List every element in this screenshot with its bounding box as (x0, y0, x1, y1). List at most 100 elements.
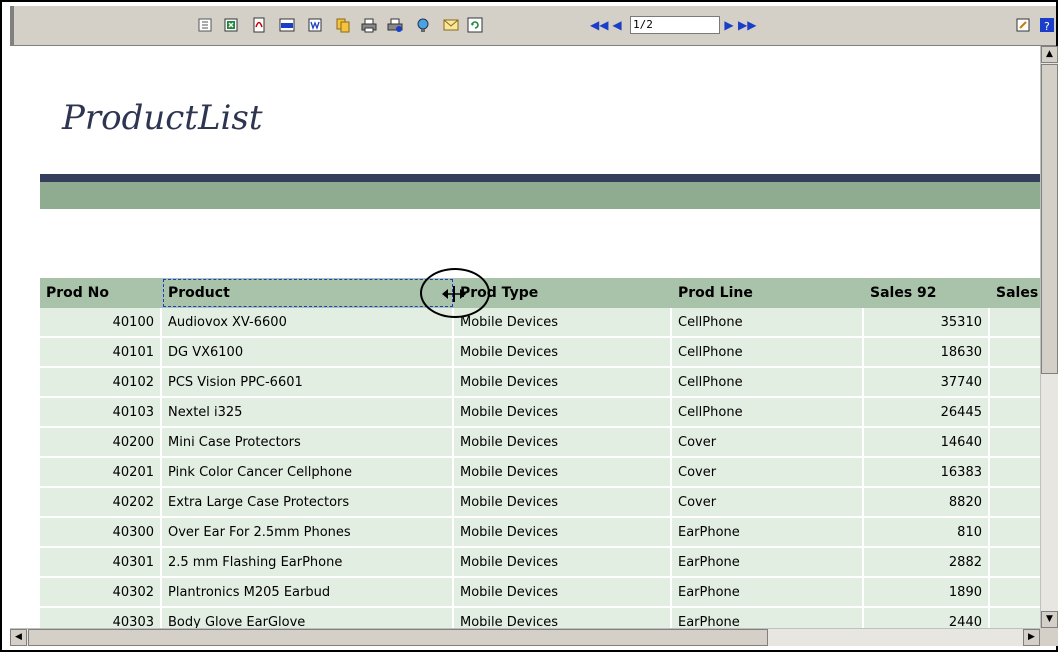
horizontal-scroll-thumb[interactable] (28, 629, 768, 646)
column-header-sales-92[interactable]: Sales 92 (864, 278, 990, 308)
cell-sales-92: 8820 (864, 488, 990, 518)
table-row: 40300 Over Ear For 2.5mm Phones Mobile Dev… (40, 518, 1040, 548)
table-row: 40103 Nextel i325 Mobile Devices CellPhone 2… (40, 398, 1040, 428)
scroll-right-icon[interactable]: ▶ (1023, 629, 1040, 646)
cell-sales-92: 18630 (864, 338, 990, 368)
vertical-scroll-thumb[interactable] (1041, 64, 1058, 374)
print-icon[interactable] (360, 16, 378, 34)
print-setup-icon[interactable] (386, 16, 404, 34)
cell-prod-type: Mobile Devices (454, 548, 672, 578)
cell-prod-line: EarPhone (672, 608, 864, 628)
cell-sales-92: 2882 (864, 548, 990, 578)
table-row: 40303 Body Glove EarGlove Mobile Devices Ea… (40, 608, 1040, 628)
cell-sales-overflow (990, 608, 1040, 628)
table-row: 40201 Pink Color Cancer Cellphone Mobile D… (40, 458, 1040, 488)
cell-sales-92: 1890 (864, 578, 990, 608)
cell-sales-92: 37740 (864, 368, 990, 398)
column-header-sales[interactable]: Sales (990, 278, 1040, 308)
cell-prod-no: 40102 (40, 368, 162, 398)
cell-prod-type: Mobile Devices (454, 428, 672, 458)
send-icon[interactable] (414, 16, 432, 34)
cell-sales-92: 26445 (864, 398, 990, 428)
horizontal-scrollbar[interactable]: ◀ ▶ (10, 628, 1040, 646)
cell-prod-no: 40300 (40, 518, 162, 548)
cell-prod-type: Mobile Devices (454, 308, 672, 338)
cell-prod-no: 40301 (40, 548, 162, 578)
cell-product: PCS Vision PPC-6601 (162, 368, 454, 398)
cell-prod-line: CellPhone (672, 398, 864, 428)
cell-sales-92: 810 (864, 518, 990, 548)
cell-product: DG VX6100 (162, 338, 454, 368)
edit-icon[interactable] (1014, 16, 1032, 34)
scroll-up-icon[interactable]: ▲ (1041, 46, 1058, 63)
table-row: 40301 2.5 mm Flashing EarPhone Mobile Devi… (40, 548, 1040, 578)
cell-prod-type: Mobile Devices (454, 458, 672, 488)
cell-sales-92: 2440 (864, 608, 990, 628)
cell-sales-overflow (990, 578, 1040, 608)
refresh-icon[interactable] (466, 16, 484, 34)
table-row: 40102 PCS Vision PPC-6601 Mobile Devices Ce… (40, 368, 1040, 398)
cell-prod-no: 40100 (40, 308, 162, 338)
column-header-product[interactable]: Product (162, 278, 454, 308)
cell-prod-line: CellPhone (672, 308, 864, 338)
cell-prod-line: Cover (672, 488, 864, 518)
cell-product: Audiovox XV-6600 (162, 308, 454, 338)
cell-prod-no: 40202 (40, 488, 162, 518)
scrollbar-corner (1040, 628, 1058, 646)
cell-prod-line: CellPhone (672, 338, 864, 368)
email-icon[interactable] (442, 16, 460, 34)
column-header-prod-no[interactable]: Prod No (40, 278, 162, 308)
cell-prod-line: CellPhone (672, 368, 864, 398)
table-row: 40302 Plantronics M205 Earbud Mobile Devic… (40, 578, 1040, 608)
cell-sales-overflow (990, 368, 1040, 398)
table-row: 40101 DG VX6100 Mobile Devices CellPhone 186… (40, 338, 1040, 368)
cell-prod-type: Mobile Devices (454, 608, 672, 628)
cell-sales-overflow (990, 548, 1040, 578)
cell-prod-no: 40303 (40, 608, 162, 628)
cell-prod-type: Mobile Devices (454, 518, 672, 548)
cell-product: Body Glove EarGlove (162, 608, 454, 628)
csv-export-icon[interactable] (278, 16, 296, 34)
toolbar: ◀◀ ◀ 1/2 ▶ ▶▶ ? (10, 6, 1056, 46)
excel-export-icon[interactable] (222, 16, 240, 34)
first-page-icon[interactable]: ◀◀ (590, 16, 608, 34)
column-header-prod-line[interactable]: Prod Line (672, 278, 864, 308)
cell-product: Over Ear For 2.5mm Phones (162, 518, 454, 548)
copy-icon[interactable] (334, 16, 352, 34)
cell-prod-line: Cover (672, 458, 864, 488)
cell-prod-type: Mobile Devices (454, 578, 672, 608)
word-export-icon[interactable] (306, 16, 324, 34)
next-page-icon[interactable]: ▶ (722, 16, 736, 34)
cell-sales-overflow (990, 518, 1040, 548)
previous-page-icon[interactable]: ◀ (610, 16, 624, 34)
cell-prod-no: 40201 (40, 458, 162, 488)
last-page-icon[interactable]: ▶▶ (738, 16, 756, 34)
help-icon[interactable]: ? (1038, 16, 1056, 34)
title-band-dark (40, 174, 1040, 182)
cell-product: Pink Color Cancer Cellphone (162, 458, 454, 488)
cell-prod-line: Cover (672, 428, 864, 458)
cell-prod-no: 40103 (40, 398, 162, 428)
outline-icon[interactable] (196, 16, 214, 34)
cell-prod-line: EarPhone (672, 548, 864, 578)
vertical-scrollbar[interactable]: ▲ ▼ (1040, 46, 1058, 628)
table-row: 40202 Extra Large Case Protectors Mobile D… (40, 488, 1040, 518)
table-row: 40200 Mini Case Protectors Mobile Devices C… (40, 428, 1040, 458)
cell-product: Plantronics M205 Earbud (162, 578, 454, 608)
cell-sales-overflow (990, 338, 1040, 368)
pdf-export-icon[interactable] (250, 16, 268, 34)
page-number-input[interactable]: 1/2 (630, 16, 720, 34)
table-row: 40100 Audiovox XV-6600 Mobile Devices CellP… (40, 308, 1040, 338)
cell-prod-line: EarPhone (672, 578, 864, 608)
scroll-left-icon[interactable]: ◀ (10, 629, 27, 646)
column-resize-cursor-icon[interactable] (440, 286, 468, 302)
product-table: Prod No Product Prod Type Prod Line Sale… (40, 278, 1040, 628)
report-viewer-window: ◀◀ ◀ 1/2 ▶ ▶▶ ? ProductList Prod No Prod… (0, 0, 1058, 652)
cell-product: Extra Large Case Protectors (162, 488, 454, 518)
scroll-down-icon[interactable]: ▼ (1041, 611, 1058, 628)
cell-prod-no: 40101 (40, 338, 162, 368)
cell-sales-overflow (990, 308, 1040, 338)
cell-prod-type: Mobile Devices (454, 488, 672, 518)
cell-product: Mini Case Protectors (162, 428, 454, 458)
toolbar-grip (10, 6, 14, 46)
